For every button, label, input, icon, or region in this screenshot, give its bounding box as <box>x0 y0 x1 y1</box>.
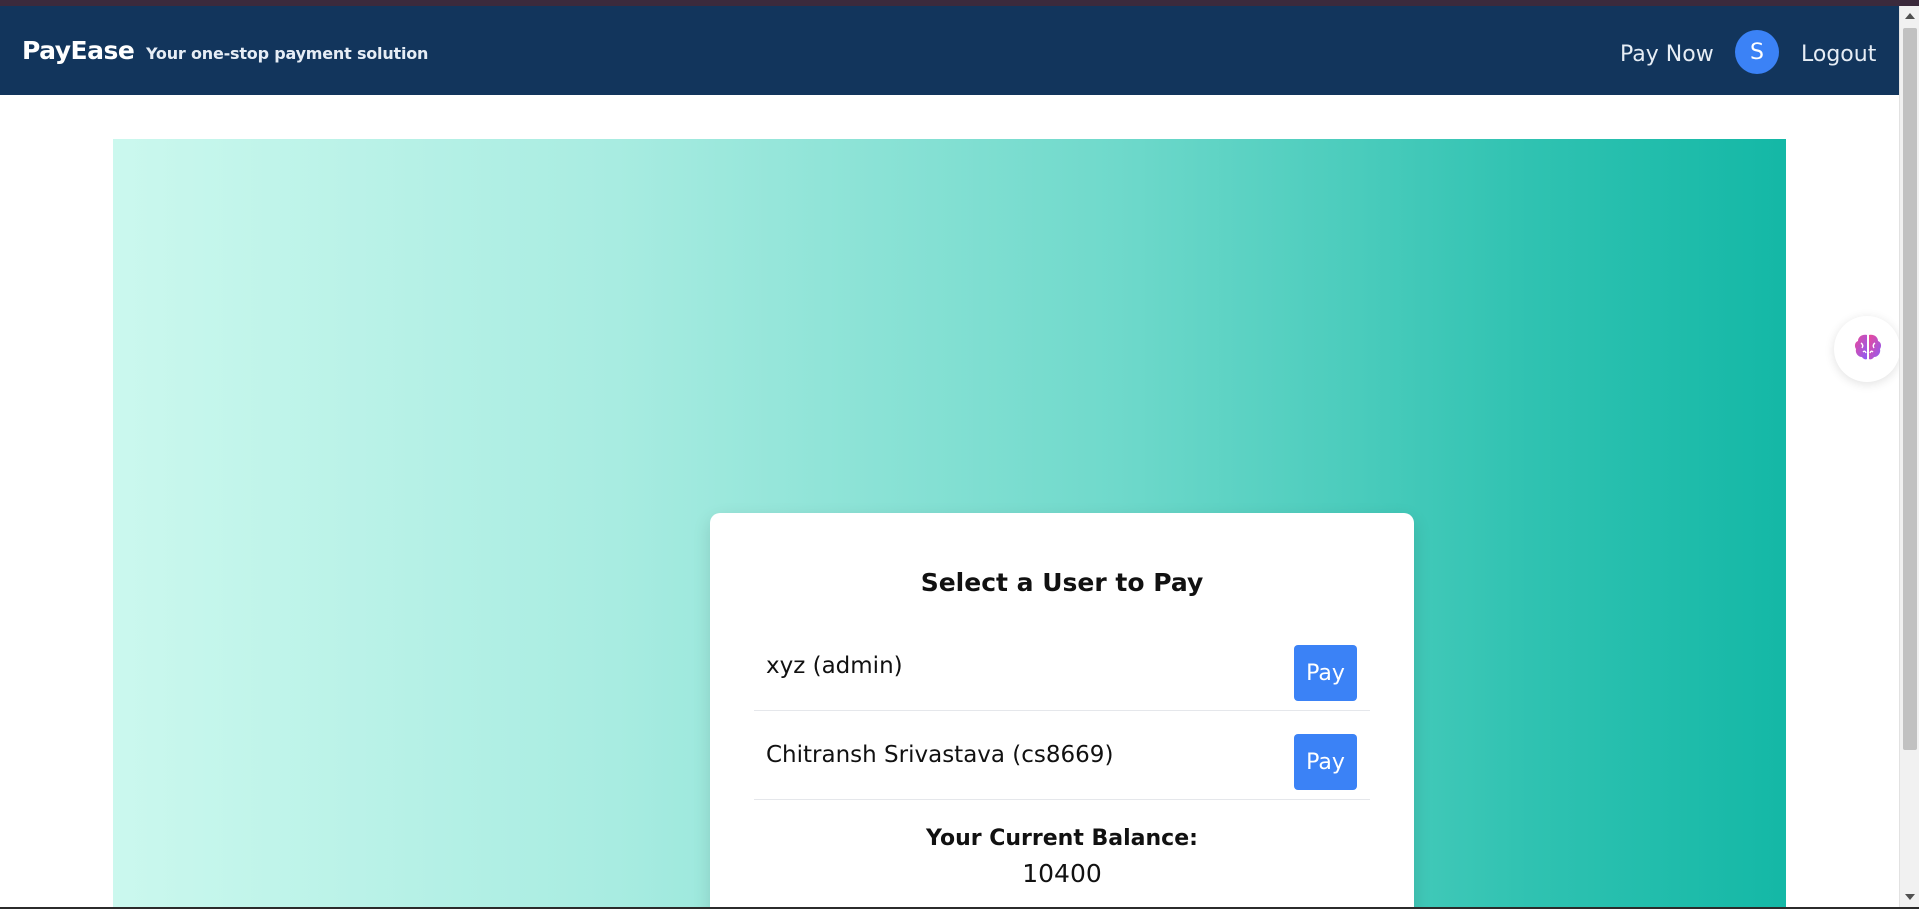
user-name: Chitransh Srivastava (cs8669) <box>766 742 1114 768</box>
navbar: PayEase Your one-stop payment solution P… <box>0 6 1899 95</box>
scroll-up-icon[interactable] <box>1905 13 1915 19</box>
user-list-item: Chitransh Srivastava (cs8669) Pay <box>754 712 1370 800</box>
scrollbar-thumb[interactable] <box>1903 28 1917 750</box>
pay-button[interactable]: Pay <box>1294 734 1357 790</box>
balance-label: Your Current Balance: <box>926 826 1198 851</box>
brand-logo[interactable]: PayEase <box>22 36 135 65</box>
card-title: Select a User to Pay <box>920 568 1204 597</box>
user-list-item: xyz (admin) Pay <box>754 623 1370 711</box>
pay-user-card: Select a User to Pay xyz (admin) Pay Chi… <box>710 513 1414 907</box>
hero-gradient-section: Select a User to Pay xyz (admin) Pay Chi… <box>113 139 1786 907</box>
brain-icon <box>1852 331 1884 367</box>
balance-value: 10400 <box>1022 859 1102 888</box>
user-name: xyz (admin) <box>766 653 903 679</box>
logout-link[interactable]: Logout <box>1801 42 1876 67</box>
brand-tagline: Your one-stop payment solution <box>146 44 429 63</box>
page-scrollbar[interactable] <box>1899 6 1919 907</box>
scroll-down-icon[interactable] <box>1905 894 1915 900</box>
assistant-floating-button[interactable] <box>1834 316 1899 382</box>
user-avatar[interactable]: S <box>1735 30 1779 74</box>
nav-pay-now-link[interactable]: Pay Now <box>1620 42 1714 67</box>
pay-button[interactable]: Pay <box>1294 645 1357 701</box>
page-viewport: PayEase Your one-stop payment solution P… <box>0 6 1899 907</box>
